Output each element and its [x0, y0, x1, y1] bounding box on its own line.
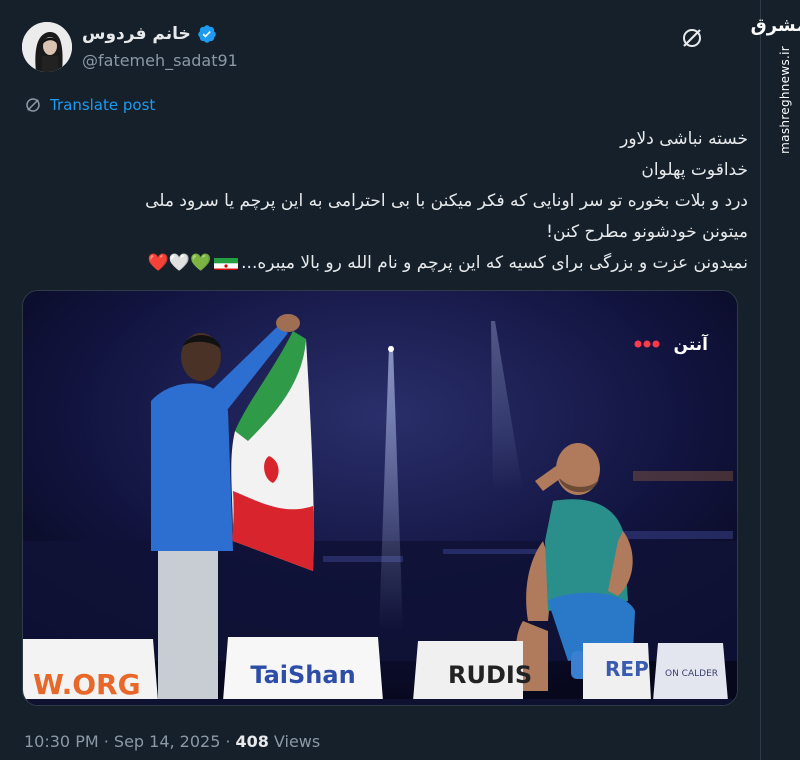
display-name[interactable]: خانم فردوس	[82, 24, 191, 44]
watermark-site: mashreghnews.ir	[778, 46, 792, 154]
tweet-line: درد و بلات بخوره تو سر اونایی که فکر میک…	[145, 191, 748, 211]
red-heart-emoji: ❤️	[147, 253, 169, 273]
tweet: خانم فردوس @fatemeh_sadat91 Translate po…	[0, 0, 760, 760]
grok-icon[interactable]	[680, 26, 704, 50]
tweet-line: خسته نباشی دلاور	[620, 129, 748, 149]
author-handle[interactable]: @fatemeh_sadat91	[82, 51, 238, 70]
tweet-line: میتونن خودشونو مطرح کنن!	[546, 222, 748, 242]
views-count: 408	[235, 732, 269, 751]
board-rudis: RUDIS	[448, 661, 532, 689]
tweet-line: نمیدونن عزت و بزرگی برای کسیه که این پرچ…	[241, 253, 748, 273]
watermark-rail: مشرق mashreghnews.ir	[750, 0, 800, 760]
translate-post-link[interactable]: Translate post	[24, 96, 155, 114]
views-label: Views	[273, 732, 321, 751]
author-name-row[interactable]: خانم فردوس	[82, 24, 217, 44]
tweet-meta: 10:30 PM · Sep 14, 2025 · 408 Views	[24, 732, 320, 751]
translate-post-label[interactable]: Translate post	[50, 96, 155, 114]
board-taishan: TaiShan	[250, 661, 355, 689]
board-oncalder: ON CALDER	[665, 669, 718, 679]
meta-separator: ·	[225, 732, 231, 751]
advertising-boards: W.ORG TaiShan RUDIS REP ON CALDER	[23, 637, 728, 701]
iran-flag-emoji	[214, 254, 239, 270]
board-wworg: W.ORG	[33, 668, 141, 701]
timestamp[interactable]: 10:30 PM · Sep 14, 2025	[24, 732, 220, 751]
white-heart-emoji: 🤍	[168, 253, 190, 273]
tweet-text: خسته نباشی دلاور خداقوت پهلوان درد و بلا…	[20, 124, 748, 279]
watermark-logo: مشرق	[750, 14, 800, 36]
green-heart-emoji: 💚	[189, 253, 212, 273]
tweet-media-photo[interactable]: آنتن W.ORG TaiShan RUDIS REP ON CALDER	[22, 290, 738, 706]
translate-icon	[24, 96, 42, 114]
broadcaster-logo-text: آنتن	[674, 333, 710, 355]
verified-icon	[197, 24, 217, 44]
avatar[interactable]	[22, 22, 72, 72]
tweet-line-last: نمیدونن عزت و بزرگی برای کسیه که این پرچ…	[20, 248, 748, 279]
board-rep: REP	[605, 657, 649, 681]
tweet-line: خداقوت پهلوان	[641, 160, 748, 180]
